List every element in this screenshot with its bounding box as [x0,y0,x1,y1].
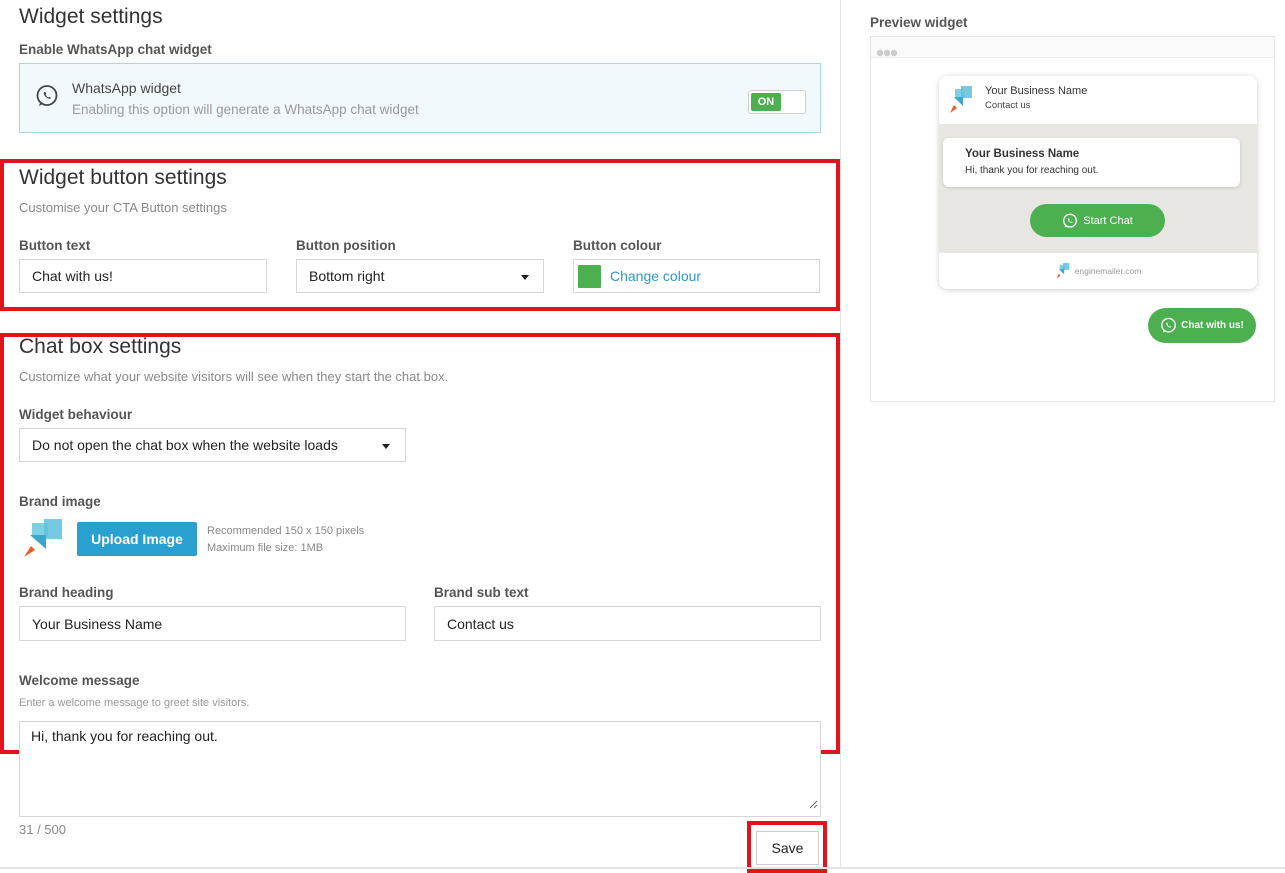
chevron-down-icon [521,275,529,280]
save-button[interactable]: Save [756,831,819,865]
brand-image-label: Brand image [19,494,101,509]
change-colour-link[interactable]: Change colour [610,268,701,284]
chat-popup-footer: enginemailer.com [939,253,1257,289]
floating-chat-button[interactable]: Chat with us! [1148,308,1256,343]
panel-divider [840,0,841,868]
whatsapp-icon [1062,213,1078,229]
welcome-message-value: Hi, thank you for reaching out. [31,728,218,744]
preview-business-name: Your Business Name [985,85,1088,97]
message-bubble: Your Business Name Hi, thank you for rea… [943,138,1240,187]
whatsapp-widget-title: WhatsApp widget [72,80,181,96]
chat-popup-preview: Your Business Name Contact us Your Busin… [939,76,1257,289]
brand-logo-image [22,519,64,564]
brand-heading-label: Brand heading [19,585,114,600]
bottom-divider [0,867,1285,869]
welcome-message-textarea[interactable]: Hi, thank you for reaching out. [19,721,821,817]
brand-heading-input[interactable]: Your Business Name [19,606,406,641]
brand-subtext-input[interactable]: Contact us [434,606,821,641]
chatbox-settings-title: Chat box settings [19,335,182,358]
button-settings-title: Widget button settings [19,166,227,189]
max-file-size-text: Maximum file size: 1MB [207,542,324,554]
chatbox-settings-subtitle: Customize what your website visitors wil… [19,369,449,384]
whatsapp-icon [1160,317,1177,334]
preview-widget-title: Preview widget [870,15,968,30]
widget-behaviour-value: Do not open the chat box when the websit… [32,437,338,453]
widget-toggle[interactable]: ON [748,90,806,114]
upload-image-button[interactable]: Upload Image [77,522,197,556]
chat-popup-header: Your Business Name Contact us [939,76,1257,124]
welcome-message-label: Welcome message [19,673,140,688]
footer-brand: enginemailer.com [1074,266,1142,276]
widget-behaviour-select[interactable]: Do not open the chat box when the websit… [19,428,406,462]
button-colour-label: Button colour [573,238,662,253]
preview-contact: Contact us [985,100,1031,111]
enginemailer-logo-icon [1055,263,1071,279]
button-text-input[interactable]: Chat with us! [19,259,267,293]
start-chat-button[interactable]: Start Chat [1030,204,1165,237]
enable-widget-label: Enable WhatsApp chat widget [19,42,212,57]
welcome-message-hint: Enter a welcome message to greet site vi… [19,697,250,709]
button-settings-subtitle: Customise your CTA Button settings [19,200,227,215]
button-position-select[interactable]: Bottom right [296,259,544,293]
button-colour-picker[interactable]: Change colour [573,259,820,293]
widget-settings-title: Widget settings [19,5,163,28]
toggle-on-label: ON [751,93,781,111]
resize-handle-icon[interactable] [808,796,818,814]
brand-subtext-label: Brand sub text [434,585,529,600]
window-dots-icon [876,44,900,62]
bubble-message: Hi, thank you for reaching out. [965,165,1099,176]
browser-top-bar [871,37,1274,58]
bubble-business-name: Your Business Name [965,148,1080,160]
colour-swatch[interactable] [578,264,601,288]
chat-background: Your Business Name Hi, thank you for rea… [939,124,1257,253]
preview-browser-frame: Your Business Name Contact us Your Busin… [870,36,1275,402]
whatsapp-icon [35,84,59,113]
chevron-down-icon [382,444,390,449]
button-position-label: Button position [296,238,396,253]
whatsapp-widget-desc: Enabling this option will generate a Wha… [72,102,419,117]
whatsapp-widget-card: WhatsApp widget Enabling this option wil… [19,63,821,133]
start-chat-label: Start Chat [1083,214,1133,227]
widget-behaviour-label: Widget behaviour [19,407,133,422]
button-text-label: Button text [19,238,91,253]
floating-button-label: Chat with us! [1181,320,1244,331]
char-count: 31 / 500 [19,822,66,837]
recommend-size-text: Recommended 150 x 150 pixels [207,525,365,537]
button-position-value: Bottom right [309,268,385,284]
brand-logo-small [949,86,973,119]
